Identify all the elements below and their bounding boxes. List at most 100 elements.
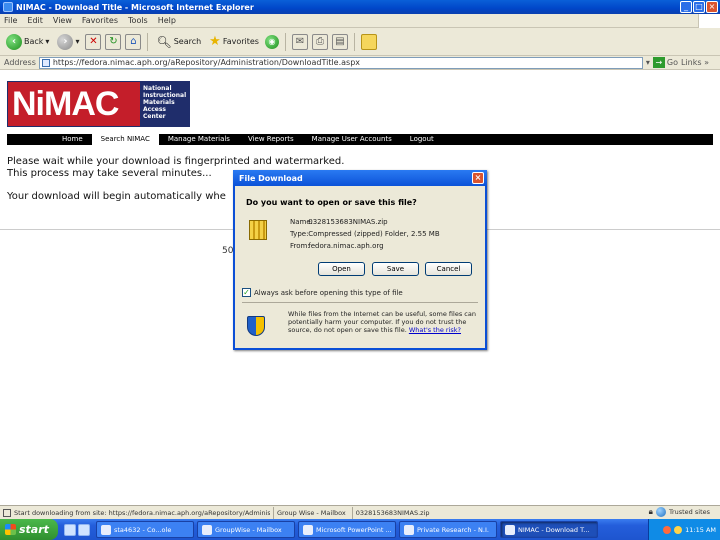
quick-launch-icon[interactable] bbox=[64, 523, 76, 536]
toolbar-separator bbox=[147, 32, 149, 51]
always-ask-option[interactable]: ✓ Always ask before opening this type of… bbox=[242, 288, 403, 297]
address-label: Address bbox=[4, 58, 36, 67]
security-zone: 🔒︎ Trusted sites bbox=[649, 507, 710, 517]
menu-edit[interactable]: Edit bbox=[27, 16, 43, 25]
logo-line: Instructional bbox=[143, 92, 187, 99]
menu-favorites[interactable]: Favorites bbox=[82, 16, 118, 25]
start-label: start bbox=[19, 523, 49, 536]
zip-file-icon bbox=[249, 220, 267, 240]
search-label: Search bbox=[173, 37, 202, 46]
close-button[interactable]: × bbox=[706, 1, 718, 13]
status-cell-mailbox: Group Wise - Mailbox bbox=[273, 506, 349, 519]
file-name-row: Name: 0328153683NIMAS.zip bbox=[290, 218, 388, 226]
favorites-button[interactable]: ★ Favorites bbox=[207, 32, 261, 52]
window-titlebar[interactable]: NIMAC - Download Title - Microsoft Inter… bbox=[0, 0, 720, 14]
loading-icon bbox=[3, 508, 11, 517]
auto-download-message: Your download will begin automatically w… bbox=[7, 191, 226, 202]
edit-icon[interactable]: ▤ bbox=[331, 33, 348, 50]
media-icon[interactable]: ◉ bbox=[264, 34, 279, 49]
taskbar-item-label: GroupWise - Mailbox bbox=[215, 525, 282, 534]
back-label: Back bbox=[24, 37, 44, 46]
taskbar-item[interactable]: Microsoft PowerPoint ... bbox=[298, 521, 396, 538]
taskbar-item-label: Private Research - N.I. bbox=[417, 525, 489, 534]
tray-icon[interactable] bbox=[674, 525, 683, 534]
process-message: This process may take several minutes... bbox=[7, 168, 212, 179]
cancel-button[interactable]: Cancel bbox=[425, 262, 472, 276]
go-arrow-icon: → bbox=[652, 57, 665, 68]
home-icon[interactable]: ⌂ bbox=[125, 33, 142, 50]
nav-logout[interactable]: Logout bbox=[401, 134, 443, 145]
tray-icon[interactable] bbox=[663, 525, 672, 534]
nav-spacer bbox=[7, 134, 53, 145]
file-from-row: From: fedora.nimac.aph.org bbox=[290, 242, 384, 250]
go-button[interactable]: → Go bbox=[652, 57, 678, 68]
logo-text: National Instructional Materials Access … bbox=[140, 82, 189, 126]
menu-view[interactable]: View bbox=[53, 16, 72, 25]
search-button[interactable]: 🔍︎ Search bbox=[154, 32, 203, 52]
forward-arrow-icon: › bbox=[57, 33, 74, 50]
mail-icon[interactable]: ✉ bbox=[291, 33, 308, 50]
site-nav: Home Search NIMAC Manage Materials View … bbox=[7, 134, 713, 145]
clock[interactable]: 11:15 AM bbox=[685, 526, 716, 534]
nav-manage-user-accounts[interactable]: Manage User Accounts bbox=[303, 134, 401, 145]
quick-launch-icon[interactable] bbox=[78, 523, 90, 536]
window-title: NIMAC - Download Title - Microsoft Inter… bbox=[16, 2, 254, 12]
windows-flag-icon bbox=[5, 524, 16, 535]
toolbar-separator bbox=[284, 32, 286, 51]
partial-text: 50 bbox=[222, 246, 234, 256]
windows-logo-icon bbox=[698, 14, 720, 28]
nav-search-nimac[interactable]: Search NIMAC bbox=[91, 134, 159, 145]
menu-help[interactable]: Help bbox=[158, 16, 176, 25]
system-tray: 11:15 AM bbox=[648, 519, 720, 540]
always-ask-checkbox[interactable]: ✓ bbox=[242, 288, 251, 297]
taskbar-item-label: Microsoft PowerPoint ... bbox=[316, 525, 392, 534]
file-from-value: fedora.nimac.aph.org bbox=[308, 242, 384, 250]
file-name-value: 0328153683NIMAS.zip bbox=[308, 218, 388, 226]
logo-line: Center bbox=[143, 113, 166, 120]
status-text: Start downloading from site: https://fed… bbox=[14, 508, 270, 517]
file-name-label: Name: bbox=[290, 218, 314, 226]
print-icon[interactable]: ⎙ bbox=[311, 33, 328, 50]
nav-manage-materials[interactable]: Manage Materials bbox=[159, 134, 239, 145]
taskbar-item-label: sta4632 - Co...ole bbox=[114, 525, 172, 534]
taskbar: start sta4632 - Co...ole GroupWise - Mai… bbox=[0, 519, 720, 540]
nav-home[interactable]: Home bbox=[53, 134, 92, 145]
taskbar-item[interactable]: GroupWise - Mailbox bbox=[197, 521, 295, 538]
open-button[interactable]: Open bbox=[318, 262, 365, 276]
forward-button[interactable]: › ▾ bbox=[55, 32, 81, 52]
security-warning: While files from the Internet can be use… bbox=[288, 310, 478, 334]
menu-bar: File Edit View Favorites Tools Help bbox=[0, 14, 720, 28]
start-button[interactable]: start bbox=[0, 519, 58, 540]
address-input[interactable]: https://fedora.nimac.aph.org/aRepository… bbox=[38, 56, 643, 69]
chevron-down-icon[interactable]: ▾ bbox=[646, 58, 650, 67]
links-button[interactable]: Links » bbox=[681, 58, 709, 67]
always-ask-label: Always ask before opening this type of f… bbox=[254, 288, 403, 297]
taskbar-item[interactable]: Private Research - N.I. bbox=[399, 521, 497, 538]
taskbar-item-active[interactable]: NIMAC - Download T... bbox=[500, 521, 598, 538]
chevron-down-icon: ▾ bbox=[45, 37, 50, 46]
toolbar: ‹ Back ▾ › ▾ ✕ ↻ ⌂ 🔍︎ Search ★ Favorites… bbox=[0, 28, 720, 56]
back-button[interactable]: ‹ Back ▾ bbox=[4, 32, 51, 52]
chevron-down-icon: ▾ bbox=[75, 37, 80, 46]
logo-mark: NiMAC bbox=[8, 82, 140, 126]
window-controls: _ □ × bbox=[680, 1, 718, 13]
nav-view-reports[interactable]: View Reports bbox=[239, 134, 303, 145]
favorites-label: Favorites bbox=[222, 37, 259, 46]
back-arrow-icon: ‹ bbox=[6, 33, 22, 50]
stop-icon[interactable]: ✕ bbox=[85, 33, 102, 50]
taskbar-item[interactable]: sta4632 - Co...ole bbox=[96, 521, 194, 538]
save-button[interactable]: Save bbox=[372, 262, 419, 276]
menu-file[interactable]: File bbox=[4, 16, 17, 25]
menu-tools[interactable]: Tools bbox=[128, 16, 148, 25]
security-shield-icon bbox=[247, 316, 265, 336]
dialog-titlebar[interactable]: File Download × bbox=[233, 170, 487, 186]
minimize-button[interactable]: _ bbox=[680, 1, 692, 13]
dialog-close-button[interactable]: × bbox=[472, 172, 484, 184]
maximize-button[interactable]: □ bbox=[693, 1, 705, 13]
app-icon bbox=[202, 524, 212, 535]
folder-icon[interactable] bbox=[360, 33, 377, 50]
lock-icon: 🔒︎ bbox=[648, 507, 653, 516]
address-bar: Address https://fedora.nimac.aph.org/aRe… bbox=[0, 56, 720, 70]
whats-the-risk-link[interactable]: What's the risk? bbox=[409, 326, 461, 334]
refresh-icon[interactable]: ↻ bbox=[105, 33, 122, 50]
